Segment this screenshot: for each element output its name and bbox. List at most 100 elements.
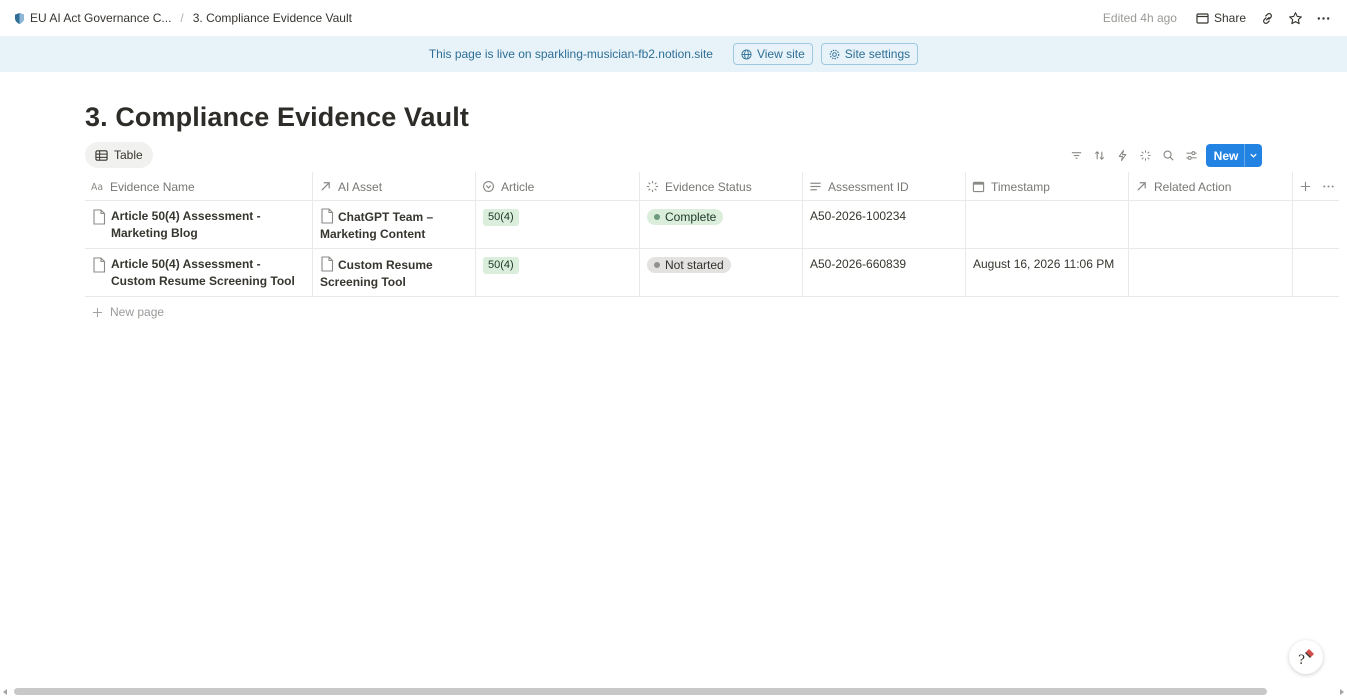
page-document-icon	[321, 208, 334, 224]
status-dot	[654, 262, 660, 268]
page-document-icon	[93, 209, 106, 225]
cell-empty	[1293, 249, 1339, 296]
globe-icon	[741, 48, 752, 60]
status-badge: Complete	[647, 209, 724, 225]
lightning-icon	[1118, 149, 1126, 161]
filter-icon	[1071, 151, 1081, 159]
cell-assessment-id[interactable]: A50-2026-100234	[803, 201, 966, 248]
breadcrumb-current[interactable]: 3. Compliance Evidence Vault	[190, 9, 355, 27]
more-options-button[interactable]	[1311, 6, 1335, 30]
breadcrumb-current-label: 3. Compliance Evidence Vault	[192, 11, 352, 25]
row-title[interactable]: Article 50(4) Assessment - Marketing Blo…	[111, 208, 305, 242]
more-dots-icon	[1317, 16, 1329, 20]
cell-assessment-id[interactable]: A50-2026-660839	[803, 249, 966, 296]
database-table: Aa Evidence Name AI Asset Article Eviden…	[85, 172, 1339, 297]
cell-timestamp[interactable]	[966, 201, 1129, 248]
add-property-icon[interactable]	[1299, 180, 1312, 193]
view-settings-button[interactable]	[1181, 145, 1201, 165]
share-button[interactable]: Share	[1191, 8, 1251, 28]
cell-article[interactable]: 50(4)	[476, 201, 640, 248]
table-row[interactable]: Article 50(4) Assessment - Marketing Blo…	[85, 201, 1339, 249]
cell-timestamp[interactable]: August 16, 2026 11:06 PM	[966, 249, 1129, 296]
cell-empty	[1293, 201, 1339, 248]
view-tab-table[interactable]: Table	[85, 142, 153, 168]
status-label: Complete	[665, 210, 717, 224]
cell-evidence-name[interactable]: Article 50(4) Assessment - Custom Resume…	[85, 249, 313, 296]
asset-link[interactable]: ChatGPT Team – Marketing Content	[320, 210, 433, 241]
cell-ai-asset[interactable]: ChatGPT Team – Marketing Content	[313, 201, 476, 248]
asset-link[interactable]: Custom Resume Screening Tool	[320, 258, 433, 289]
column-header-actions	[1293, 172, 1339, 201]
site-settings-label: Site settings	[844, 47, 911, 61]
column-header-article[interactable]: Article	[476, 172, 640, 201]
sparkle-icon	[1139, 149, 1151, 161]
site-settings-button[interactable]: Site settings	[820, 43, 919, 65]
column-header-assessment-id[interactable]: Assessment ID	[803, 172, 966, 201]
calendar-icon	[972, 181, 985, 193]
cell-evidence-status[interactable]: Complete	[640, 201, 803, 248]
column-header-related-action[interactable]: Related Action	[1129, 172, 1293, 201]
breadcrumb-parent[interactable]: EU AI Act Governance C...	[12, 9, 174, 27]
page-document-icon	[93, 257, 106, 273]
sliders-icon	[1185, 150, 1197, 160]
status-dot	[654, 214, 660, 220]
star-icon	[1288, 11, 1302, 24]
column-label: Article	[501, 179, 535, 194]
scroll-right-arrow[interactable]	[1340, 689, 1344, 695]
status-label: Not started	[665, 258, 724, 272]
cell-related-action[interactable]	[1129, 201, 1293, 248]
chevron-down-icon	[1250, 153, 1257, 158]
table-icon	[95, 149, 108, 161]
svg-text:Aa: Aa	[91, 182, 103, 193]
more-dots-icon[interactable]	[1322, 180, 1335, 193]
cell-evidence-status[interactable]: Not started	[640, 249, 803, 296]
new-page-button[interactable]: New page	[92, 305, 164, 319]
cell-article[interactable]: 50(4)	[476, 249, 640, 296]
cell-ai-asset[interactable]: Custom Resume Screening Tool	[313, 249, 476, 296]
column-label: Evidence Name	[110, 179, 195, 194]
cell-related-action[interactable]	[1129, 249, 1293, 296]
breadcrumb-separator: /	[180, 11, 184, 25]
scroll-left-arrow[interactable]	[3, 689, 7, 695]
new-dropdown-toggle[interactable]	[1244, 144, 1262, 167]
breadcrumb: EU AI Act Governance C... / 3. Complianc…	[12, 9, 355, 27]
column-header-ai-asset[interactable]: AI Asset	[313, 172, 476, 201]
text-lines-icon	[810, 182, 821, 191]
breadcrumb-parent-label: EU AI Act Governance C...	[30, 11, 172, 25]
view-site-label: View site	[756, 47, 805, 61]
relation-arrow-icon	[1137, 182, 1146, 191]
link-icon	[1262, 12, 1272, 24]
automation-button[interactable]	[1112, 145, 1132, 165]
table-row[interactable]: Article 50(4) Assessment - Custom Resume…	[85, 249, 1339, 297]
plus-icon	[92, 307, 103, 317]
share-label: Share	[1213, 11, 1246, 25]
column-label: Evidence Status	[665, 179, 752, 194]
new-page-label: New page	[110, 305, 165, 319]
scrollbar-thumb[interactable]	[14, 688, 1267, 695]
ai-button[interactable]	[1135, 145, 1155, 165]
column-label: Assessment ID	[828, 179, 909, 194]
help-button[interactable]: ?	[1289, 640, 1323, 674]
filter-button[interactable]	[1066, 145, 1086, 165]
column-header-timestamp[interactable]: Timestamp	[966, 172, 1129, 201]
row-title[interactable]: Article 50(4) Assessment - Custom Resume…	[111, 256, 305, 290]
search-button[interactable]	[1158, 145, 1178, 165]
column-label: AI Asset	[338, 179, 383, 194]
column-label: Timestamp	[991, 179, 1050, 194]
status-badge: Not started	[647, 257, 731, 273]
column-header-evidence-name[interactable]: Aa Evidence Name	[85, 172, 313, 201]
new-button-label: New	[1213, 148, 1239, 163]
new-button[interactable]: New	[1206, 144, 1262, 167]
cell-evidence-name[interactable]: Article 50(4) Assessment - Marketing Blo…	[85, 201, 313, 248]
banner-text: This page is live on sparkling-musician-…	[428, 47, 713, 61]
view-site-button[interactable]: View site	[732, 43, 813, 65]
sort-button[interactable]	[1089, 145, 1109, 165]
sort-arrows-icon	[1094, 150, 1104, 160]
copy-link-button[interactable]	[1255, 6, 1279, 30]
favorite-button[interactable]	[1283, 6, 1307, 30]
column-header-evidence-status[interactable]: Evidence Status	[640, 172, 803, 201]
gear-icon	[829, 49, 840, 59]
horizontal-scrollbar[interactable]	[0, 686, 1347, 698]
view-toolbar	[1066, 145, 1201, 165]
edited-timestamp: Edited 4h ago	[1102, 11, 1177, 25]
